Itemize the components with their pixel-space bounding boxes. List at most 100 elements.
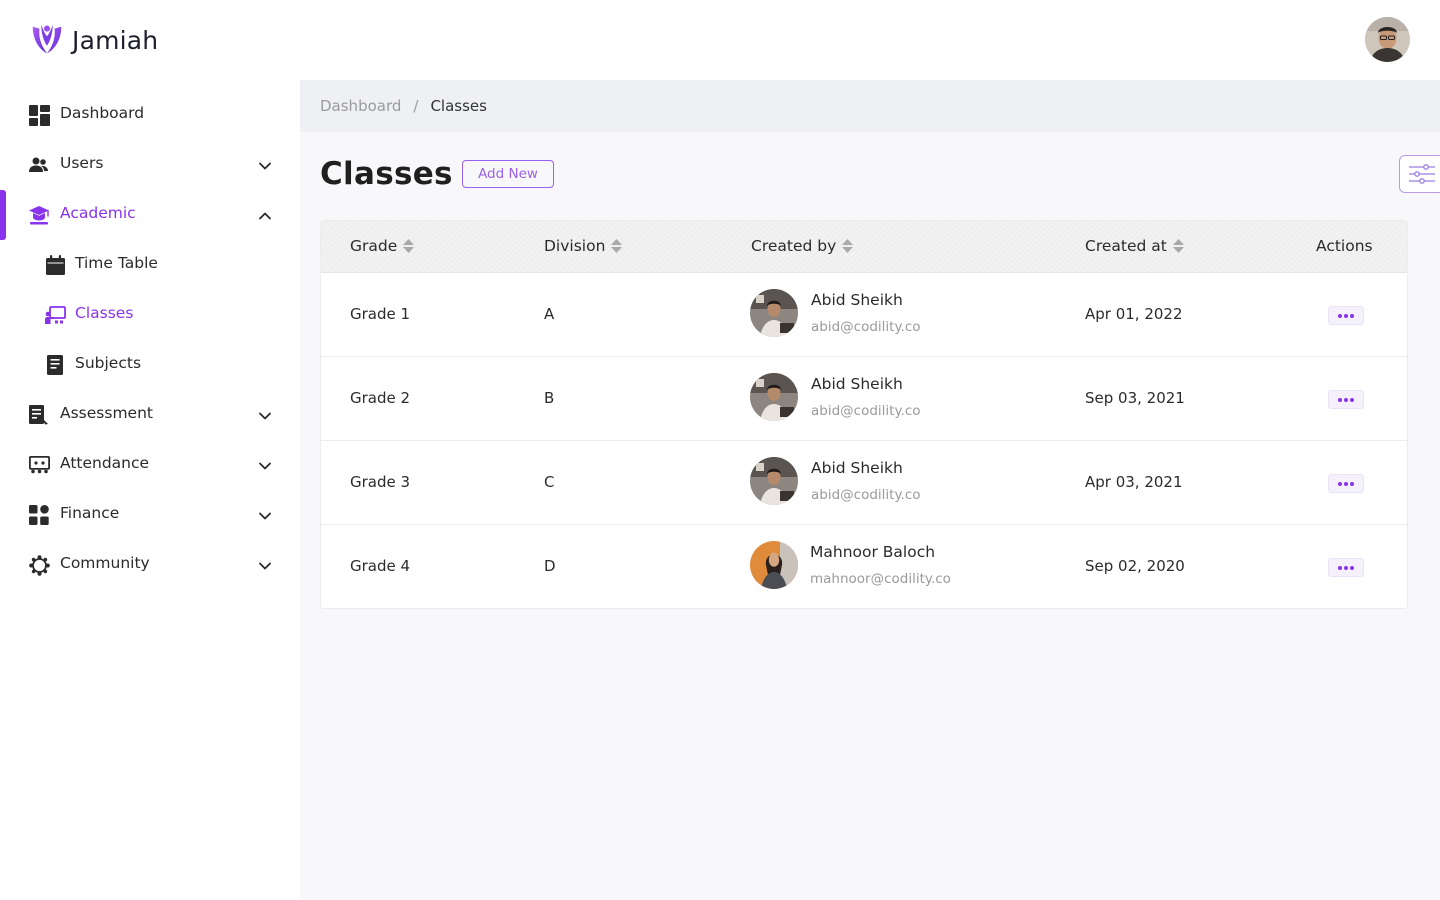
- column-header-label: Division: [544, 237, 606, 255]
- sidebar-item-label: Assessment: [60, 404, 153, 422]
- created-at-cell: Apr 01, 2022: [1085, 305, 1183, 323]
- sidebar-item-users[interactable]: Users: [0, 140, 300, 190]
- table-row: Grade 2 B Abid Sheikh abid@codility.co S…: [321, 357, 1407, 441]
- column-header-created-by[interactable]: Created by: [751, 237, 854, 255]
- app-logo[interactable]: Jamiah: [28, 20, 158, 60]
- sidebar-item-label: Users: [60, 154, 104, 172]
- grade-cell: Grade 3: [350, 473, 411, 491]
- sidebar-item-subjects[interactable]: Subjects: [0, 340, 300, 390]
- chevron-down-icon: [259, 512, 271, 520]
- sort-icon: [403, 239, 415, 253]
- sidebar-item-label: Finance: [60, 504, 120, 522]
- sidebar-item-label: Community: [60, 554, 150, 572]
- assessment-icon: [28, 404, 50, 426]
- more-icon: [1336, 481, 1355, 486]
- book-icon: [44, 354, 66, 376]
- table-row: Grade 1 A Abid Sheikh abid@codility.co A…: [321, 273, 1407, 357]
- sidebar-item-label: Time Table: [75, 254, 158, 272]
- classroom-icon: [44, 304, 66, 326]
- creator-avatar: [750, 289, 798, 337]
- sidebar-item-finance[interactable]: Finance: [0, 490, 300, 540]
- user-avatar-icon: [750, 373, 798, 421]
- chevron-down-icon: [259, 462, 271, 470]
- sidebar-item-dashboard[interactable]: Dashboard: [0, 90, 300, 140]
- user-avatar-icon: [750, 457, 798, 505]
- sidebar-item-academic[interactable]: Academic: [0, 190, 300, 240]
- chevron-down-icon: [259, 412, 271, 420]
- sidebar-item-label: Dashboard: [60, 104, 145, 122]
- jamiah-logo-icon: [32, 24, 62, 54]
- classes-table: Grade Division Created by Created at Act…: [320, 220, 1408, 609]
- graduation-cap-icon: [28, 204, 50, 226]
- breadcrumb-dashboard-link[interactable]: Dashboard: [320, 97, 401, 115]
- top-bar: Jamiah: [0, 0, 1440, 80]
- calendar-icon: [44, 254, 66, 276]
- table-header: Grade Division Created by Created at Act…: [321, 221, 1407, 273]
- row-actions-button[interactable]: [1328, 474, 1364, 493]
- table-row: Grade 4 D Mahnoor Baloch mahnoor@codilit…: [321, 525, 1407, 608]
- creator-avatar: [750, 457, 798, 505]
- dashboard-icon: [28, 104, 50, 126]
- grade-cell: Grade 1: [350, 305, 411, 323]
- user-avatar-icon: [750, 541, 798, 589]
- division-cell: B: [544, 389, 555, 407]
- creator-name: Abid Sheikh: [811, 375, 903, 393]
- breadcrumb: Dashboard / Classes: [300, 80, 1440, 132]
- creator-email: abid@codility.co: [811, 403, 921, 419]
- division-cell: A: [544, 305, 555, 323]
- column-header-created-at[interactable]: Created at: [1085, 237, 1184, 255]
- creator-email: abid@codility.co: [811, 319, 921, 335]
- column-header-grade[interactable]: Grade: [350, 237, 415, 255]
- main-content: Dashboard / Classes Classes Add New Grad…: [300, 80, 1440, 900]
- row-actions-button[interactable]: [1328, 558, 1364, 577]
- filter-sliders-icon: [1409, 164, 1435, 184]
- add-new-button[interactable]: Add New: [462, 160, 554, 188]
- row-actions-button[interactable]: [1328, 306, 1364, 325]
- creator-email: abid@codility.co: [811, 487, 921, 503]
- column-header-division[interactable]: Division: [544, 237, 623, 255]
- user-avatar-icon: [1365, 17, 1410, 62]
- sidebar-item-assessment[interactable]: Assessment: [0, 390, 300, 440]
- user-avatar-icon: [750, 289, 798, 337]
- filter-button[interactable]: [1399, 155, 1440, 193]
- sidebar-item-classes[interactable]: Classes: [0, 290, 300, 340]
- grade-cell: Grade 4: [350, 557, 411, 575]
- profile-avatar[interactable]: [1365, 17, 1410, 62]
- sort-icon: [611, 239, 623, 253]
- sidebar-item-attendance[interactable]: Attendance: [0, 440, 300, 490]
- chevron-down-icon: [259, 162, 271, 170]
- sidebar-item-time-table[interactable]: Time Table: [0, 240, 300, 290]
- breadcrumb-current: Classes: [430, 97, 487, 115]
- more-icon: [1336, 397, 1355, 402]
- sidebar-item-label: Classes: [75, 304, 134, 322]
- breadcrumb-separator: /: [413, 97, 419, 115]
- creator-name: Abid Sheikh: [811, 459, 903, 477]
- attendance-icon: [28, 454, 50, 476]
- finance-icon: [28, 504, 50, 526]
- creator-name: Abid Sheikh: [811, 291, 903, 309]
- creator-avatar: [750, 373, 798, 421]
- chevron-down-icon: [259, 562, 271, 570]
- row-actions-button[interactable]: [1328, 390, 1364, 409]
- division-cell: C: [544, 473, 555, 491]
- division-cell: D: [544, 557, 556, 575]
- creator-email: mahnoor@codility.co: [810, 571, 951, 587]
- sidebar-item-label: Academic: [60, 204, 136, 222]
- table-row: Grade 3 C Abid Sheikh abid@codility.co A…: [321, 441, 1407, 525]
- sidebar-item-label: Subjects: [75, 354, 142, 372]
- column-header-actions: Actions: [1316, 237, 1373, 255]
- sidebar: Dashboard Users Academic Time Table Clas…: [0, 80, 300, 900]
- column-header-label: Actions: [1316, 237, 1373, 255]
- community-icon: [28, 554, 50, 576]
- sidebar-item-label: Attendance: [60, 454, 150, 472]
- sidebar-item-community[interactable]: Community: [0, 540, 300, 590]
- column-header-label: Grade: [350, 237, 398, 255]
- created-at-cell: Sep 03, 2021: [1085, 389, 1185, 407]
- creator-name: Mahnoor Baloch: [810, 543, 936, 561]
- sort-icon: [1172, 239, 1184, 253]
- column-header-label: Created by: [751, 237, 837, 255]
- sort-icon: [842, 239, 854, 253]
- more-icon: [1336, 565, 1355, 570]
- app-name: Jamiah: [72, 25, 159, 55]
- page-title: Classes: [320, 156, 453, 192]
